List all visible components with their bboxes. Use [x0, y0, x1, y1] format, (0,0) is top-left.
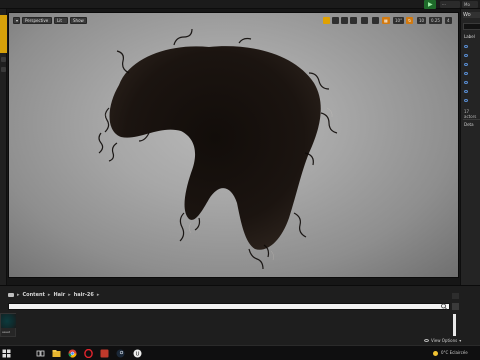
chevron-right-icon: ▸ [96, 291, 100, 298]
view-options-label: View Options [431, 338, 458, 343]
outliner-header: Wo [463, 12, 480, 18]
eye-icon [424, 339, 429, 342]
breadcrumb: ▸ Content ▸ Hair ▸ hair-26 ▸ [8, 290, 99, 299]
asset-thumbnail[interactable]: asset [0, 313, 16, 337]
scrollbar[interactable] [453, 314, 456, 336]
visibility-eye-icon[interactable] [464, 63, 468, 66]
panel-divider [463, 119, 480, 120]
start-windows-icon[interactable] [2, 349, 11, 358]
breadcrumb-hair-26[interactable]: hair-26 [74, 292, 94, 298]
chevron-right-icon: ▸ [17, 291, 20, 298]
visibility-eye-icon[interactable] [464, 81, 468, 84]
search-icon[interactable] [440, 303, 448, 310]
chevron-down-icon: ▾ [459, 338, 462, 343]
breadcrumb-content[interactable]: Content [23, 292, 45, 298]
tray-status-text: 0°C Eclaircée [441, 350, 468, 355]
asset-preview-image [1, 314, 16, 328]
hair-mesh-render[interactable] [9, 13, 459, 278]
top-toolbar: ▶ ··· Mo [0, 0, 480, 9]
play-button[interactable]: ▶ [424, 0, 436, 9]
settings-icon[interactable] [452, 293, 459, 299]
outliner-panel: Wo Label 17 actors Deta [460, 9, 480, 289]
asset-label: asset [2, 330, 10, 334]
folder-icon [8, 292, 14, 297]
unreal-engine-icon[interactable]: U [133, 349, 142, 358]
tool-icon[interactable] [1, 67, 6, 72]
level-viewport[interactable]: ▾ Perspective Lit Show ▦ 10° ↻ 10 0.25 4 [8, 12, 459, 278]
svg-text:U: U [135, 352, 139, 358]
file-explorer-icon[interactable] [52, 349, 61, 358]
modes-pill[interactable]: Mo [462, 1, 478, 8]
actor-count: 17 actors [464, 109, 477, 119]
chevron-right-icon: ▸ [47, 291, 51, 298]
visibility-eye-icon[interactable] [464, 45, 468, 48]
visibility-eye-icon[interactable] [464, 54, 468, 57]
active-mode-tab[interactable] [0, 15, 7, 53]
toolbar-pill[interactable]: ··· [440, 1, 460, 8]
left-toolstrip [0, 9, 7, 289]
unreal-editor-window: ▶ ··· Mo ▾ Perspective Lit Show ▦ 10° ↻ … [0, 0, 480, 345]
visibility-eye-icon[interactable] [464, 90, 468, 93]
breadcrumb-hair[interactable]: Hair [53, 292, 65, 298]
steam-icon[interactable] [116, 349, 125, 358]
app-icon[interactable] [100, 349, 109, 358]
task-view-icon[interactable] [36, 349, 45, 358]
tool-icon[interactable] [1, 57, 6, 62]
visibility-eye-icon[interactable] [464, 72, 468, 75]
content-browser: ▸ Content ▸ Hair ▸ hair-26 ▸ asset View … [0, 285, 480, 345]
details-tab[interactable]: Deta [464, 122, 474, 127]
filter-button[interactable] [452, 303, 459, 310]
opera-icon[interactable] [84, 349, 93, 358]
play-icon: ▶ [428, 1, 433, 8]
outliner-column-label: Label [464, 34, 475, 39]
visibility-eye-icon[interactable] [464, 99, 468, 102]
outliner-search-input[interactable] [463, 23, 480, 30]
weather-icon[interactable] [431, 349, 440, 358]
view-options-button[interactable]: View Options ▾ [424, 338, 461, 343]
chrome-icon[interactable] [68, 349, 77, 358]
search-input[interactable] [8, 303, 450, 310]
os-taskbar: U 0°C Eclaircée [0, 345, 480, 360]
chevron-right-icon: ▸ [68, 291, 71, 298]
